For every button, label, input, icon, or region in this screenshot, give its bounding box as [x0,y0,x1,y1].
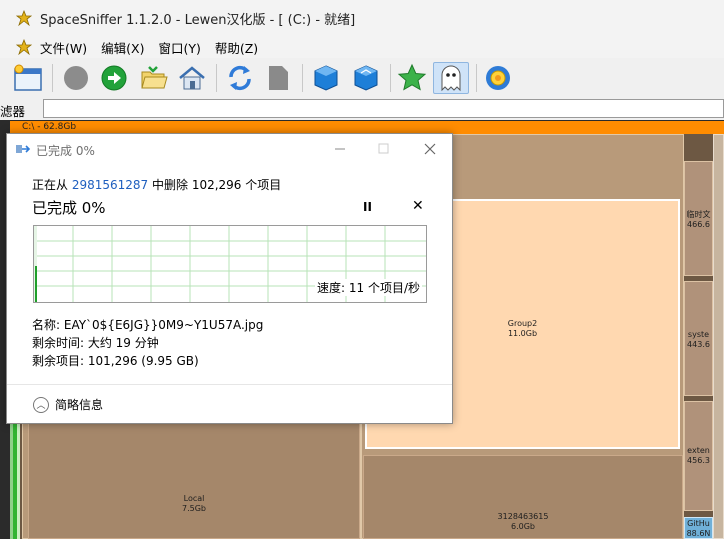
folder-block-3128463615[interactable]: 3128463615 6.0Gb [363,455,683,539]
toolbar-separator [52,64,53,92]
filter-input[interactable] [43,99,724,118]
caption-buttons [426,0,584,4]
home-icon [179,66,205,90]
open-folder-button[interactable] [138,62,170,94]
title-bar: SpaceSniffer 1.1.2.0 - Lewen汉化版 - [ (C:)… [0,0,724,34]
open-folder-icon [141,66,168,89]
progress-heading: 已完成 0% [32,199,106,217]
time-remaining: 剩余时间: 大约 19 分钟 [32,336,159,350]
close-icon [424,143,436,155]
less-info-toggle[interactable]: ︿ 简略信息 [33,396,103,413]
document-button[interactable] [262,62,294,94]
stop-button[interactable] [60,62,92,94]
toolbar-separator [390,64,391,92]
start-button[interactable] [98,62,130,94]
refresh-icon [229,65,251,91]
toolbar-separator [476,64,477,92]
menu-window[interactable]: 窗口(Y) [158,38,200,57]
source-folder-link[interactable]: 2981561287 [72,178,148,192]
block-name: exten [687,446,710,455]
block-size: 456.3 [687,456,710,465]
folder-block[interactable] [713,134,724,539]
block-size: 88.6N [686,529,711,538]
line-prefix: 正在从 [32,178,72,192]
system-menu-icon[interactable] [16,39,32,55]
ghost-icon [441,65,461,92]
options-button[interactable] [482,62,514,94]
pause-button[interactable]: II [363,200,372,214]
block-name: Local [183,494,205,503]
filter-label: 滤器 [0,104,26,119]
delete-source-line: 正在从 2981561287 中删除 102,296 个项目 [32,176,281,193]
line-suffix: 中删除 102,296 个项目 [148,178,282,192]
block-name: GitHu [687,519,710,528]
menu-file[interactable]: 文件(W) [40,38,87,57]
block-name: syste [687,330,710,339]
home-button[interactable] [176,62,208,94]
go-icon [101,65,127,91]
document-icon [269,66,288,90]
file-operation-icon [16,145,31,153]
blue-cube-2-icon [354,65,378,91]
folder-block-temp[interactable]: 临时文 466.6 [684,161,713,276]
items-remaining: 剩余项目: 101,296 (9.95 GB) [32,354,199,368]
dialog-divider [7,384,452,385]
folder-block-extensions[interactable]: exten 456.3 [684,401,713,511]
toolbar-separator [216,64,217,92]
zoom-in-button[interactable] [310,62,342,94]
block-size: 6.0Gb [511,522,535,531]
menu-help[interactable]: 帮助(Z) [215,38,258,57]
new-window-icon [14,64,42,91]
block-size: 466.6 [687,220,710,229]
dialog-maximize-button [372,138,396,160]
favorites-button[interactable] [396,62,428,94]
menu-edit[interactable]: 编辑(X) [101,38,144,57]
toolbar-separator [302,64,303,92]
progress-fill [35,266,37,302]
star-icon [397,63,427,91]
maximize-icon [378,143,389,154]
folder-block-local[interactable]: Local 7.5Gb [28,421,360,539]
cancel-button[interactable]: ✕ [412,198,424,214]
block-size: 7.5Gb [182,504,206,513]
app-logo-icon [16,10,32,26]
minimize-icon [335,148,345,150]
dialog-close-button[interactable] [418,138,442,160]
dialog-title: 已完成 0% [36,144,95,158]
refresh-button[interactable] [224,62,256,94]
block-name: 临时文 [686,210,711,219]
filter-bar: 滤器 [0,98,724,120]
block-size: 443.6 [687,340,710,349]
blue-cube-icon [314,65,338,91]
gear-flower-icon [486,66,510,90]
menu-bar: 文件(W) 编辑(X) 窗口(Y) 帮助(Z) [0,34,724,58]
folder-block-system[interactable]: syste 443.6 [684,281,713,396]
dialog-minimize-button[interactable] [328,138,352,160]
chevron-up-icon: ︿ [33,396,49,413]
block-name: 3128463615 [497,512,549,521]
stop-icon [64,66,88,90]
window-title: SpaceSniffer 1.1.2.0 - Lewen汉化版 - [ (C:)… [40,13,356,28]
progress-graph: 速度: 11 个项目/秒 [33,225,427,303]
new-window-button[interactable] [12,62,44,94]
delete-progress-dialog: 已完成 0% 正在从 2981561287 中删除 102,296 个项目 已完… [6,133,453,424]
folder-block-github[interactable]: GitHu 88.6N [684,517,713,539]
ghost-button[interactable] [433,62,469,94]
zoom-out-button[interactable] [350,62,382,94]
toolbar [0,58,724,99]
less-info-label: 简略信息 [55,398,104,412]
current-file-name: 名称: EAY`0${E6JG}}0M9~Y1U57A.jpg [32,318,264,332]
speed-label: 速度: 11 个项目/秒 [315,279,422,296]
